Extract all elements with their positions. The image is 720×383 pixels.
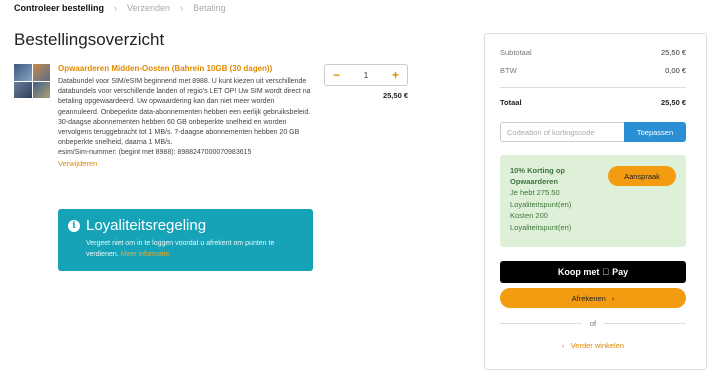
quantity-value[interactable]: 1 (364, 71, 368, 80)
or-label: of (589, 319, 597, 328)
promo-cost: Kosten 200 (510, 211, 548, 220)
loyalty-notice: i Loyaliteitsregeling Vergeet niet om in… (58, 209, 313, 271)
loyalty-more-info-link[interactable]: Meer informatie. (121, 251, 172, 258)
tax-row: BTW 0,00 € (500, 66, 686, 75)
continue-shopping-label: Verder winkelen (570, 341, 625, 350)
tax-label: BTW (500, 66, 517, 75)
loyalty-message: Vergeet niet om in te loggen voordat u a… (68, 238, 303, 260)
promo-points-unit: Loyaliteitspunt(en) (510, 199, 572, 209)
or-divider: of (500, 319, 687, 328)
promo-points-balance: Je hebt 275.50 (510, 188, 560, 197)
divider-line (500, 323, 582, 324)
apply-coupon-button[interactable]: Toepassen (624, 122, 686, 142)
promo-title: 10% Korting op Opwaarderen (510, 166, 566, 186)
product-image-tile (14, 81, 32, 98)
page-title: Bestellingsoverzicht (14, 30, 165, 49)
summary-divider (500, 87, 686, 88)
product-image-tile (32, 64, 50, 81)
claim-promo-button[interactable]: Aanspraak (608, 166, 676, 186)
apple-pay-brand: Pay (608, 267, 628, 277)
loyalty-promo: 10% Korting op Opwaarderen Je hebt 275.5… (500, 155, 686, 247)
tax-value: 0,00 € (665, 66, 686, 75)
loyalty-title: Loyaliteitsregeling (86, 217, 207, 234)
product-image-tile (14, 64, 32, 81)
subtotal-value: 25,50 € (660, 48, 686, 57)
chevron-left-icon: ‹ (561, 341, 565, 350)
product-image[interactable] (14, 64, 50, 98)
breadcrumb-step-payment[interactable]: Betaling (193, 3, 226, 13)
sim-number: esim/Sim-nummer: (begint met 8988): 8988… (58, 149, 252, 157)
product-info: Opwaarderen Midden-Oosten (Bahrein 10GB … (58, 64, 316, 168)
apple-pay-label: Koop met (557, 267, 600, 277)
loyalty-header: i Loyaliteitsregeling (68, 217, 303, 234)
quantity-increase-button[interactable]: + (392, 68, 399, 82)
order-summary: Subtotaal 25,50 € BTW 0,00 € Totaal 25,5… (484, 33, 707, 370)
chevron-right-icon: › (611, 293, 615, 303)
checkout-button[interactable]: Afrekenen › (500, 288, 686, 308)
total-label: Totaal (500, 98, 522, 107)
promo-cost-unit: Loyaliteitspunt(en) (510, 222, 572, 232)
remove-item-link[interactable]: Verwijderen (58, 159, 316, 168)
product-name[interactable]: Opwaarderen Midden-Oosten (Bahrein 10GB … (58, 64, 316, 74)
chevron-right-icon: › (114, 3, 118, 13)
product-description: Databundel voor SIM/eSIM beginnend met 8… (58, 78, 311, 147)
breadcrumb: Controleer bestelling › Verzenden › Beta… (14, 3, 226, 13)
checkout-label: Afrekenen (571, 293, 606, 303)
subtotal-row: Subtotaal 25,50 € (500, 48, 686, 57)
apple-logo-icon:  (602, 267, 609, 277)
apple-pay-button[interactable]: Koop met  Pay (500, 261, 686, 283)
continue-shopping-link[interactable]: ‹ Verder winkelen (500, 341, 686, 350)
coupon-form: Toepassen (500, 122, 686, 142)
total-row: Totaal 25,50 € (500, 98, 686, 107)
product-image-tile (32, 81, 50, 98)
chevron-right-icon: › (180, 3, 184, 13)
subtotal-label: Subtotaal (500, 48, 532, 57)
line-item-price: 25,50 € (382, 91, 408, 100)
total-value: 25,50 € (660, 98, 686, 107)
divider-line (604, 323, 687, 324)
loyalty-text: Vergeet niet om in te loggen voordat u a… (86, 240, 275, 258)
breadcrumb-step-review: Controleer bestelling (14, 3, 105, 13)
info-icon: i (68, 219, 80, 232)
quantity-decrease-button[interactable]: − (333, 68, 340, 82)
breadcrumb-step-shipping[interactable]: Verzenden (127, 3, 170, 13)
coupon-input[interactable] (500, 122, 624, 142)
quantity-stepper: − 1 + (324, 64, 408, 86)
